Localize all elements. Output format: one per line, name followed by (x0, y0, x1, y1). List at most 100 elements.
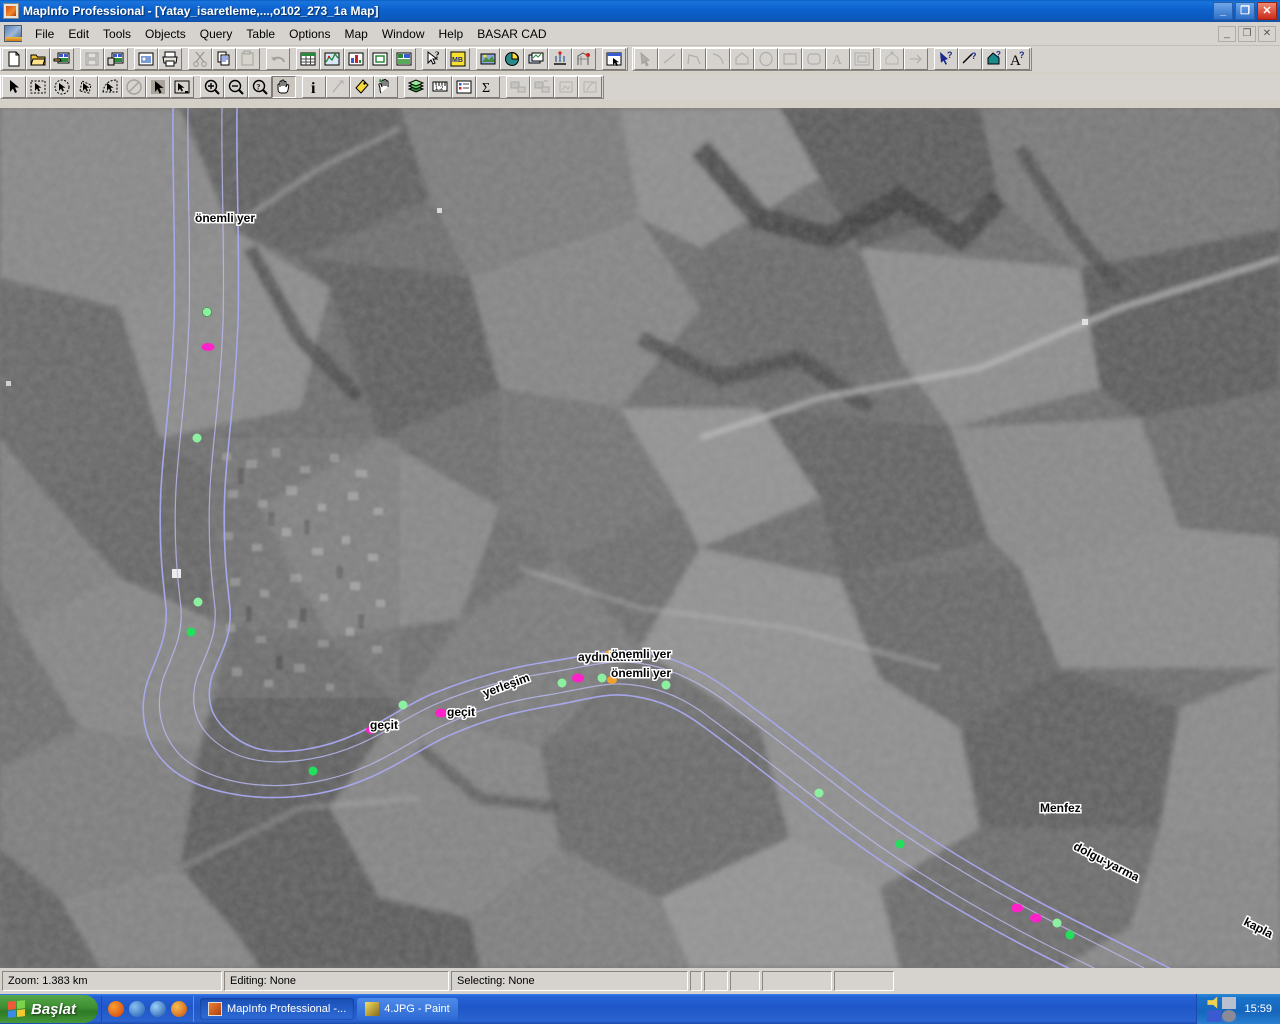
statistics-icon[interactable]: Σ (476, 76, 500, 98)
menu-item-window[interactable]: Window (375, 24, 432, 44)
hotlink-icon[interactable] (326, 76, 350, 98)
undo-icon[interactable] (266, 48, 290, 70)
assign-district-icon[interactable] (530, 76, 554, 98)
svg-text:A: A (832, 53, 843, 68)
frame-tool-icon[interactable] (850, 48, 874, 70)
line-style-icon[interactable]: ? (958, 48, 982, 70)
clip-region-icon[interactable] (554, 76, 578, 98)
layer-control-icon[interactable] (404, 76, 428, 98)
legend-icon[interactable] (452, 76, 476, 98)
geocode-icon[interactable] (572, 48, 596, 70)
unselect-all-icon[interactable] (122, 76, 146, 98)
menu-item-help[interactable]: Help (432, 24, 471, 44)
tray-display-icon[interactable] (1207, 1009, 1222, 1022)
zoom-in-icon[interactable] (200, 76, 224, 98)
set-target-district-icon[interactable] (506, 76, 530, 98)
tray-icons (1207, 996, 1237, 1022)
save-window-icon[interactable] (134, 48, 158, 70)
cut-icon[interactable] (188, 48, 212, 70)
tray-clock[interactable]: 15:59 (1244, 1003, 1272, 1015)
polygon-tool-icon[interactable] (730, 48, 754, 70)
new-redistrict-icon[interactable] (392, 48, 416, 70)
task-button-paint[interactable]: 4.JPG - Paint (357, 998, 458, 1020)
drag-map-window-icon[interactable] (374, 76, 398, 98)
new-layout-icon[interactable] (368, 48, 392, 70)
mapbasic-icon[interactable]: MB (446, 48, 470, 70)
set-clip-region-icon[interactable] (578, 76, 602, 98)
change-view-icon[interactable]: ? (248, 76, 272, 98)
symbol-style-icon[interactable]: ? (934, 48, 958, 70)
label-tool-icon[interactable] (350, 76, 374, 98)
task-button-mapinfo[interactable]: MapInfo Professional -... (200, 998, 355, 1020)
new-browser-icon[interactable] (296, 48, 320, 70)
marquee-select-icon[interactable] (26, 76, 50, 98)
new-table-icon[interactable] (2, 48, 26, 70)
menu-item-map[interactable]: Map (337, 24, 374, 44)
zoom-out-icon[interactable] (224, 76, 248, 98)
arc-tool-icon[interactable] (706, 48, 730, 70)
invert-selection-icon[interactable] (146, 76, 170, 98)
layer-control-icon[interactable] (524, 48, 548, 70)
doc-minimize-button[interactable]: _ (1218, 25, 1236, 42)
polygon-select-icon[interactable] (74, 76, 98, 98)
symbol-tool-icon[interactable] (634, 48, 658, 70)
quicklaunch-ie-icon[interactable] (150, 1001, 167, 1017)
quicklaunch-media-icon[interactable] (171, 1001, 188, 1017)
document-icon[interactable] (4, 25, 22, 42)
new-grapher-icon[interactable] (344, 48, 368, 70)
doc-restore-button[interactable]: ❐ (1238, 25, 1256, 42)
quicklaunch-firefox-icon[interactable] (108, 1001, 125, 1017)
raster-style-icon[interactable] (476, 48, 500, 70)
text-style-icon[interactable]: A? (1006, 48, 1030, 70)
paste-icon[interactable] (236, 48, 260, 70)
help-pointer-icon[interactable]: ? (422, 48, 446, 70)
task-buttons: MapInfo Professional -... 4.JPG - Paint (200, 998, 458, 1020)
radius-select-icon[interactable] (50, 76, 74, 98)
menu-item-objects[interactable]: Objects (138, 24, 193, 44)
save-workspace-icon[interactable] (104, 48, 128, 70)
new-mapper-icon[interactable] (320, 48, 344, 70)
info-tool-icon[interactable]: i (302, 76, 326, 98)
map-canvas[interactable]: önemli yer yerleşim geçit geçit aydınlat… (0, 108, 1280, 968)
open-workspace-icon[interactable] (50, 48, 74, 70)
system-tray: 15:59 (1196, 994, 1280, 1024)
window-maximize-button[interactable]: ❐ (1235, 2, 1255, 20)
tray-speaker-icon[interactable] (1207, 996, 1218, 1009)
menu-item-file[interactable]: File (28, 24, 61, 44)
doc-close-button[interactable]: ✕ (1258, 25, 1276, 42)
menu-item-edit[interactable]: Edit (61, 24, 96, 44)
select-arrow-icon[interactable] (2, 76, 26, 98)
menu-item-query[interactable]: Query (193, 24, 240, 44)
tray-shield-icon[interactable] (1222, 1009, 1237, 1022)
boundary-select-icon[interactable] (98, 76, 122, 98)
menu-item-basar-cad[interactable]: BASAR CAD (470, 24, 553, 44)
ellipse-tool-icon[interactable] (754, 48, 778, 70)
select-window-icon[interactable] (602, 48, 626, 70)
add-node-icon[interactable] (904, 48, 928, 70)
grabber-pan-icon[interactable] (272, 76, 296, 98)
quicklaunch-browser-icon[interactable] (129, 1001, 146, 1017)
region-style-icon[interactable]: ? (982, 48, 1006, 70)
map-view[interactable]: önemli yer yerleşim geçit geçit aydınlat… (0, 108, 1280, 968)
thematic-map-icon[interactable] (500, 48, 524, 70)
rounded-rect-tool-icon[interactable] (802, 48, 826, 70)
reshape-icon[interactable] (880, 48, 904, 70)
tray-network-icon[interactable] (1222, 996, 1237, 1009)
print-icon[interactable] (158, 48, 182, 70)
window-close-button[interactable]: ✕ (1257, 2, 1277, 20)
start-button[interactable]: Başlat (0, 995, 99, 1023)
save-table-icon[interactable] (80, 48, 104, 70)
polyline-tool-icon[interactable] (682, 48, 706, 70)
open-table-icon[interactable] (26, 48, 50, 70)
menu-item-table[interactable]: Table (239, 24, 282, 44)
rectangle-tool-icon[interactable] (778, 48, 802, 70)
graph-select-icon[interactable] (170, 76, 194, 98)
text-tool-icon[interactable]: A (826, 48, 850, 70)
line-tool-icon[interactable] (658, 48, 682, 70)
window-minimize-button[interactable]: _ (1213, 2, 1233, 20)
create-points-icon[interactable] (548, 48, 572, 70)
menu-item-options[interactable]: Options (282, 24, 337, 44)
menu-item-tools[interactable]: Tools (96, 24, 138, 44)
ruler-icon[interactable]: 1.2 (428, 76, 452, 98)
copy-icon[interactable] (212, 48, 236, 70)
